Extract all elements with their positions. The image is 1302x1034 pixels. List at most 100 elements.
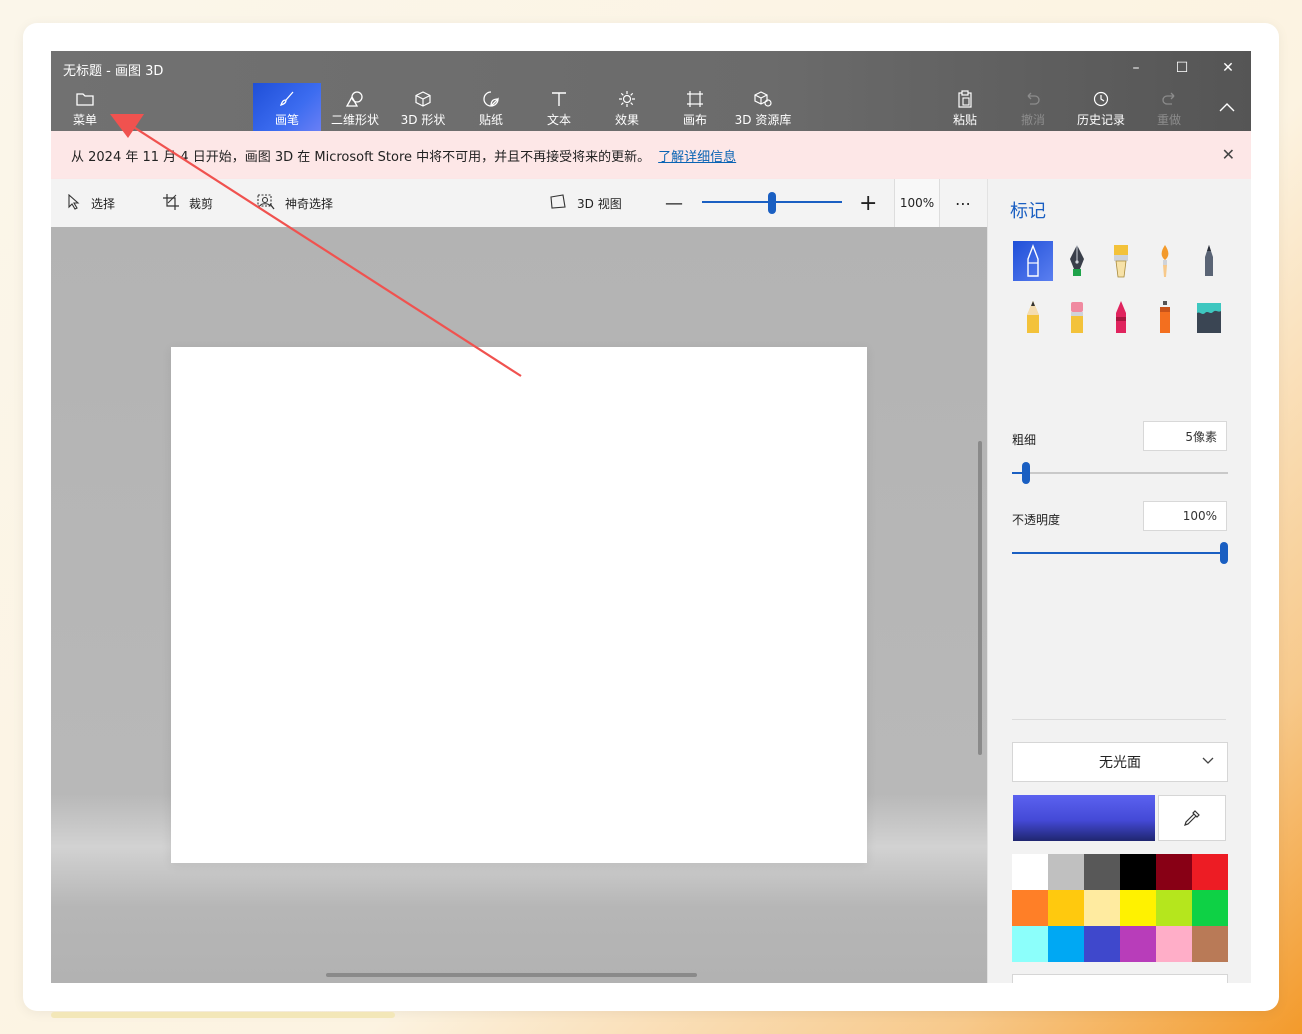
thickness-slider-track[interactable] bbox=[1012, 472, 1228, 474]
undo-icon bbox=[1024, 89, 1042, 109]
pixel-pen-brush[interactable] bbox=[1189, 241, 1229, 281]
close-notice-icon[interactable]: ✕ bbox=[1222, 145, 1235, 164]
crop-button[interactable]: 裁剪 bbox=[163, 179, 213, 227]
opacity-input[interactable]: 100% bbox=[1143, 501, 1227, 531]
tab-label: 画笔 bbox=[274, 113, 299, 127]
opacity-label: 不透明度 bbox=[1012, 513, 1061, 527]
opacity-slider-track[interactable] bbox=[1012, 552, 1228, 554]
more-options-button[interactable]: ⋯ bbox=[955, 179, 971, 227]
eraser-icon bbox=[1071, 302, 1083, 333]
color-swatch[interactable] bbox=[1012, 854, 1048, 890]
redo-icon bbox=[1160, 89, 1178, 109]
calligraphy-pen-brush[interactable] bbox=[1057, 241, 1097, 281]
tab-effects[interactable]: 效果 bbox=[603, 83, 651, 131]
tab-label: 画布 bbox=[682, 113, 707, 127]
color-swatch[interactable] bbox=[1120, 854, 1156, 890]
color-swatch[interactable] bbox=[1192, 926, 1228, 962]
tab-3d-shapes[interactable]: 3D 形状 bbox=[395, 83, 451, 131]
color-swatch[interactable] bbox=[1084, 890, 1120, 926]
close-button[interactable]: ✕ bbox=[1205, 57, 1251, 79]
canvas-icon bbox=[686, 89, 704, 109]
eraser-brush[interactable] bbox=[1057, 297, 1097, 337]
panel-divider bbox=[1012, 719, 1226, 720]
minus-icon: — bbox=[665, 192, 683, 214]
fill-brush[interactable] bbox=[1189, 297, 1229, 337]
tab-label: 3D 资源库 bbox=[734, 113, 792, 127]
redo-button[interactable]: 重做 bbox=[1149, 83, 1189, 131]
tab-text[interactable]: 文本 bbox=[535, 83, 583, 131]
opacity-slider-thumb[interactable] bbox=[1220, 542, 1228, 564]
3d-view-button[interactable]: 3D 视图 bbox=[549, 179, 622, 227]
paste-label: 粘贴 bbox=[952, 113, 977, 127]
eyedropper-button[interactable] bbox=[1158, 795, 1226, 841]
drawing-canvas[interactable] bbox=[171, 347, 867, 863]
select-label: 选择 bbox=[91, 196, 116, 211]
crayon-icon bbox=[1116, 301, 1126, 333]
spray-can-brush[interactable] bbox=[1145, 297, 1185, 337]
marker-brush[interactable] bbox=[1013, 241, 1053, 281]
vertical-scrollbar[interactable] bbox=[978, 441, 982, 755]
color-swatch[interactable] bbox=[1048, 854, 1084, 890]
thickness-slider-thumb[interactable] bbox=[1022, 462, 1031, 484]
tab-canvas[interactable]: 画布 bbox=[671, 83, 719, 131]
menu-button[interactable]: 菜单 bbox=[63, 83, 107, 131]
zoom-percent[interactable]: 100% bbox=[894, 179, 940, 227]
pencil-icon bbox=[1027, 301, 1039, 333]
oil-brush[interactable] bbox=[1101, 241, 1141, 281]
folder-icon bbox=[76, 89, 94, 109]
collapse-ribbon-button[interactable] bbox=[1211, 83, 1243, 131]
color-swatch[interactable] bbox=[1120, 890, 1156, 926]
paste-button[interactable]: 粘贴 bbox=[945, 83, 985, 131]
color-swatch[interactable] bbox=[1156, 890, 1192, 926]
tab-2d-shapes[interactable]: 二维形状 bbox=[325, 83, 385, 131]
thickness-input[interactable]: 5像素 bbox=[1143, 421, 1227, 451]
watercolor-brush[interactable] bbox=[1145, 241, 1185, 281]
panel-title: 标记 bbox=[1010, 201, 1046, 222]
color-swatch[interactable] bbox=[1156, 926, 1192, 962]
minimize-button[interactable]: – bbox=[1113, 57, 1159, 79]
color-swatch[interactable] bbox=[1120, 926, 1156, 962]
tab-label: 效果 bbox=[614, 113, 639, 127]
finish-dropdown[interactable]: 无光面 bbox=[1012, 742, 1228, 782]
workspace bbox=[51, 227, 987, 983]
color-swatch[interactable] bbox=[1012, 890, 1048, 926]
deprecation-notice: 从 2024 年 11 月 4 日开始，画图 3D 在 Microsoft St… bbox=[51, 131, 1251, 179]
bottom-strip bbox=[51, 1012, 395, 1018]
history-button[interactable]: 历史记录 bbox=[1073, 83, 1129, 131]
add-color-button[interactable]: + 添加颜色 bbox=[1012, 974, 1228, 983]
pencil-brush[interactable] bbox=[1013, 297, 1053, 337]
select-button[interactable]: 选择 bbox=[67, 179, 115, 227]
3d-library-icon bbox=[753, 89, 773, 109]
color-swatch[interactable] bbox=[1084, 854, 1120, 890]
oil-brush-icon bbox=[1114, 245, 1128, 278]
maximize-button[interactable]: ☐ bbox=[1159, 57, 1205, 79]
undo-label: 撤消 bbox=[1020, 113, 1045, 127]
zoom-out-button[interactable]: — bbox=[665, 179, 683, 227]
color-swatch[interactable] bbox=[1048, 926, 1084, 962]
plus-icon: + bbox=[1082, 982, 1099, 983]
horizontal-scrollbar[interactable] bbox=[326, 973, 697, 977]
color-swatch[interactable] bbox=[1192, 890, 1228, 926]
tab-brushes[interactable]: 画笔 bbox=[253, 83, 321, 131]
current-color-swatch[interactable] bbox=[1013, 795, 1155, 841]
more-icon: ⋯ bbox=[955, 193, 971, 213]
color-swatch[interactable] bbox=[1156, 854, 1192, 890]
zoom-in-button[interactable]: + bbox=[859, 179, 877, 227]
crayon-brush[interactable] bbox=[1101, 297, 1141, 337]
thickness-label: 粗细 bbox=[1012, 433, 1037, 447]
tab-3d-library[interactable]: 3D 资源库 bbox=[733, 83, 793, 131]
undo-button[interactable]: 撤消 bbox=[1013, 83, 1053, 131]
tab-label: 文本 bbox=[546, 113, 571, 127]
zoom-slider-thumb[interactable] bbox=[768, 192, 776, 214]
clipboard-icon bbox=[956, 89, 974, 109]
maximize-icon: ☐ bbox=[1175, 60, 1189, 76]
learn-more-link[interactable]: 了解详细信息 bbox=[658, 146, 736, 165]
magic-select-button[interactable]: 神奇选择 bbox=[257, 179, 333, 227]
color-swatch[interactable] bbox=[1084, 926, 1120, 962]
color-swatch[interactable] bbox=[1048, 890, 1084, 926]
color-swatch[interactable] bbox=[1012, 926, 1048, 962]
tab-label: 贴纸 bbox=[478, 113, 503, 127]
tab-stickers[interactable]: 贴纸 bbox=[467, 83, 515, 131]
3d-view-label: 3D 视图 bbox=[577, 196, 622, 211]
color-swatch[interactable] bbox=[1192, 854, 1228, 890]
